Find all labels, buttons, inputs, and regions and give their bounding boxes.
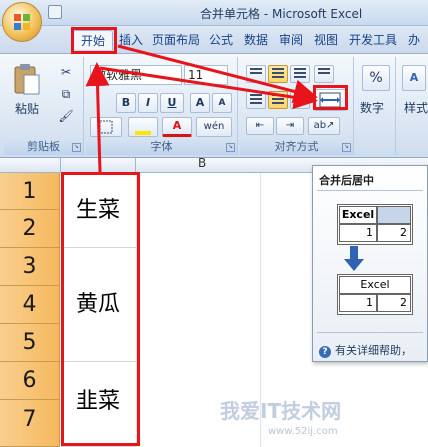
watermark-url: www.52ij.com xyxy=(268,426,338,437)
watermark-text: 我爱IT技术网 xyxy=(220,399,342,423)
annotation-arrows xyxy=(85,44,318,173)
office-logo-icon xyxy=(14,14,30,30)
office-button[interactable] xyxy=(2,2,42,42)
excel-window: 合并单元格 - Microsoft Excel 开始 插入 页面布局 公式 数据… xyxy=(0,0,428,447)
